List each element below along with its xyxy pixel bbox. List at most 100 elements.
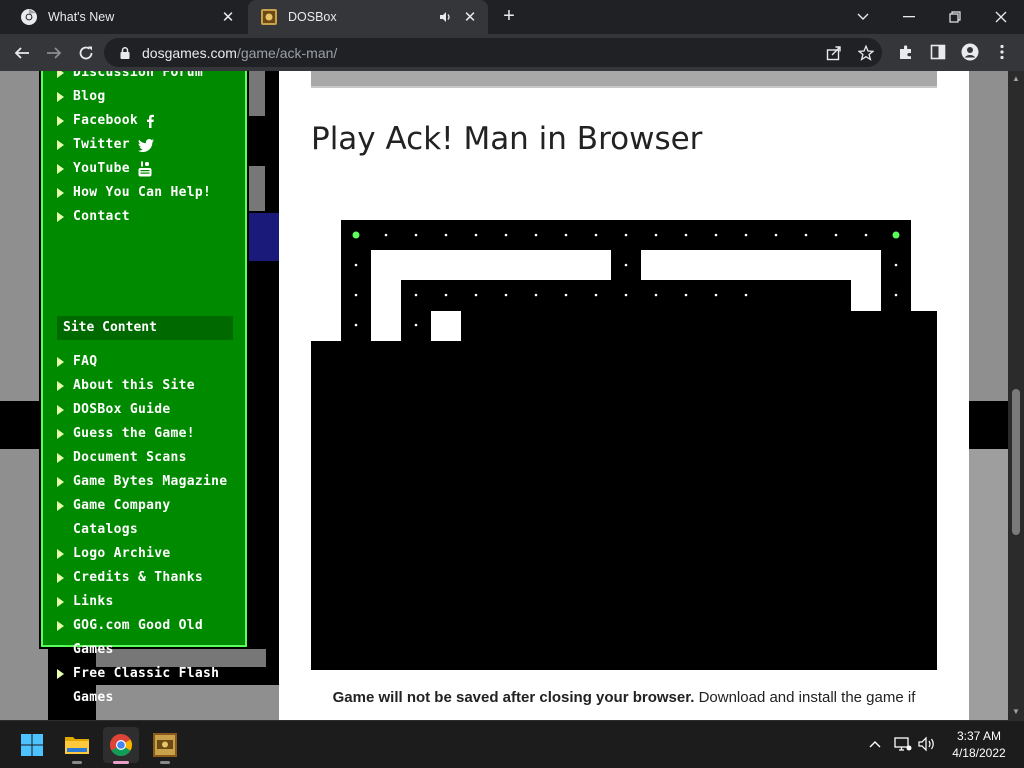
- dosbox-taskbar-button[interactable]: [147, 727, 183, 764]
- volume-icon[interactable]: [918, 735, 936, 753]
- power-pellet: [892, 231, 900, 239]
- menu-item-discussion-forum[interactable]: Discussion Forum: [57, 71, 203, 85]
- facebook-icon: [146, 109, 155, 133]
- bullet-triangle-icon: [57, 573, 64, 583]
- minimize-button[interactable]: [886, 0, 932, 34]
- bg-block: [969, 71, 1008, 401]
- chevron-up-icon[interactable]: [866, 735, 884, 753]
- bullet-triangle-icon: [57, 140, 64, 150]
- restore-button[interactable]: [932, 0, 978, 34]
- browser-toolbar: dosgames.com/game/ack-man/: [0, 34, 1024, 71]
- system-clock[interactable]: 3:37 AM 4/18/2022: [944, 728, 1014, 762]
- forward-button[interactable]: [39, 38, 69, 68]
- youtube-icon: [138, 157, 152, 181]
- bullet-triangle-icon: [57, 477, 64, 487]
- pellet: [534, 293, 538, 297]
- start-button[interactable]: [14, 727, 50, 763]
- bullet-triangle-icon: [57, 549, 64, 559]
- pellet: [894, 293, 898, 297]
- dosbox-icon: [153, 733, 177, 757]
- menu-item-about[interactable]: About this Site: [57, 374, 195, 398]
- active-indicator: [113, 761, 129, 764]
- menu-item-blog[interactable]: Blog: [57, 85, 106, 109]
- pellet: [354, 323, 358, 327]
- clock-date: 4/18/2022: [952, 746, 1006, 760]
- extensions-icon[interactable]: [897, 43, 915, 61]
- share-icon[interactable]: [826, 45, 842, 61]
- menu-item-game-company-catalogs[interactable]: Game Company Catalogs: [57, 494, 171, 537]
- menu-item-free-classic-flash[interactable]: Free Classic Flash Games: [57, 662, 219, 705]
- menu-item-contact[interactable]: Contact: [57, 205, 130, 229]
- menu-item-dosbox-guide[interactable]: DOSBox Guide: [57, 398, 171, 422]
- pellet: [594, 293, 598, 297]
- chrome-icon: [110, 734, 132, 756]
- network-icon[interactable]: [894, 735, 912, 753]
- pellet: [444, 293, 448, 297]
- bg-block: [247, 213, 279, 261]
- pellet: [504, 293, 508, 297]
- menu-item-guess-the-game[interactable]: Guess the Game!: [57, 422, 195, 446]
- pellet: [774, 233, 778, 237]
- close-window-button[interactable]: [978, 0, 1024, 34]
- close-tab-icon[interactable]: ✕: [460, 7, 480, 27]
- menu-item-links[interactable]: Links: [57, 590, 114, 614]
- tab-dosbox[interactable]: DOSBox ✕: [248, 0, 488, 34]
- audio-playing-icon[interactable]: [438, 9, 454, 25]
- scroll-thumb[interactable]: [1012, 389, 1020, 535]
- close-tab-icon[interactable]: ✕: [218, 7, 238, 27]
- dosbox-game-canvas[interactable]: [311, 220, 937, 670]
- menu-item-credits[interactable]: Credits & Thanks: [57, 566, 203, 590]
- menu-item-twitter[interactable]: Twitter: [57, 133, 154, 157]
- pellet: [894, 263, 898, 267]
- tab-title: What's New: [48, 10, 115, 24]
- file-explorer-button[interactable]: [59, 727, 95, 764]
- tab-search-icon[interactable]: [840, 0, 886, 34]
- back-button[interactable]: [7, 38, 37, 68]
- pellet: [834, 233, 838, 237]
- bg-block: [0, 71, 40, 401]
- menu-item-how-you-can-help[interactable]: How You Can Help!: [57, 181, 211, 205]
- section-heading-site-content: Site Content: [57, 316, 233, 340]
- bullet-triangle-icon: [57, 669, 64, 679]
- reload-button[interactable]: [71, 38, 101, 68]
- menu-item-gog[interactable]: GOG.com Good Old Games: [57, 614, 203, 657]
- page-scrollbar[interactable]: ▲ ▼: [1008, 71, 1024, 720]
- menu-item-document-scans[interactable]: Document Scans: [57, 446, 187, 470]
- pellet: [684, 233, 688, 237]
- tab-title: DOSBox: [288, 10, 337, 24]
- running-indicator: [72, 761, 82, 764]
- game-screen[interactable]: [311, 220, 937, 670]
- save-notice: Game will not be saved after closing you…: [332, 689, 916, 706]
- windows-taskbar: 3:37 AM 4/18/2022: [0, 720, 1024, 768]
- windows-logo-icon: [21, 734, 43, 756]
- bg-block: [247, 166, 265, 211]
- page-viewport: Discussion Forum Blog Facebook Twitter Y…: [0, 71, 1008, 720]
- pellet: [354, 293, 358, 297]
- scroll-up-icon[interactable]: ▲: [1012, 75, 1020, 83]
- page-title: Play Ack! Man in Browser: [311, 121, 703, 157]
- pellet: [654, 293, 658, 297]
- chrome-taskbar-button[interactable]: [103, 727, 139, 764]
- scroll-down-icon[interactable]: ▼: [1012, 708, 1020, 716]
- address-bar[interactable]: dosgames.com/game/ack-man/: [104, 38, 882, 67]
- menu-item-game-bytes[interactable]: Game Bytes Magazine: [57, 470, 227, 494]
- menu-item-youtube[interactable]: YouTube: [57, 157, 152, 181]
- menu-kebab-icon[interactable]: [993, 43, 1011, 61]
- menu-item-logo-archive[interactable]: Logo Archive: [57, 542, 171, 566]
- lock-icon[interactable]: [118, 46, 132, 60]
- pellet: [624, 263, 628, 267]
- menu-item-facebook[interactable]: Facebook: [57, 109, 155, 133]
- pellet: [414, 233, 418, 237]
- bookmark-star-icon[interactable]: [857, 44, 875, 61]
- side-panel-icon[interactable]: [929, 43, 947, 61]
- menu-item-faq[interactable]: FAQ: [57, 350, 97, 374]
- maze-wall-inner: [371, 250, 611, 280]
- bg-block: [969, 449, 1008, 720]
- profile-avatar-icon[interactable]: [961, 43, 979, 61]
- pellet: [414, 293, 418, 297]
- pellet: [354, 263, 358, 267]
- tab-whats-new[interactable]: What's New ✕: [8, 0, 246, 34]
- new-tab-button[interactable]: +: [498, 6, 520, 28]
- chrome-icon: [20, 8, 38, 26]
- pellet: [744, 233, 748, 237]
